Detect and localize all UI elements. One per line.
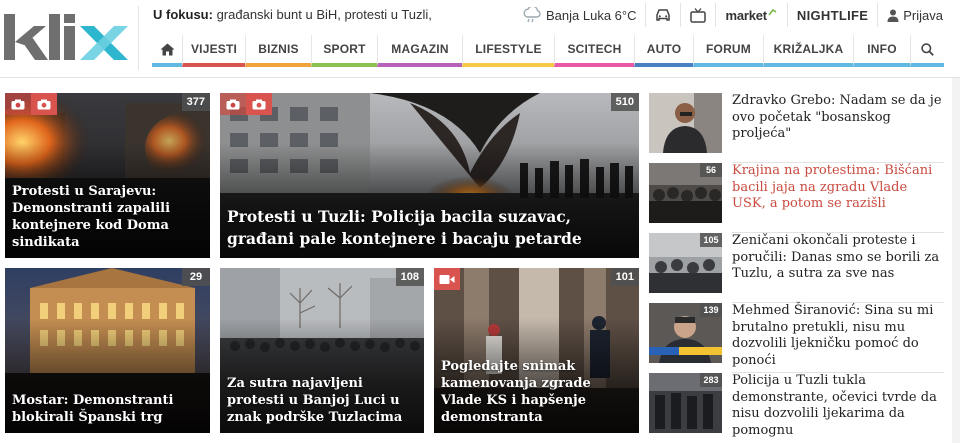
tv-icon [690, 7, 707, 23]
auto-link[interactable] [645, 3, 680, 27]
sidebar-title[interactable]: Policija u Tuzli tukla demonstrante, oče… [732, 373, 944, 439]
news-title[interactable]: Mostar: Demonstranti blokirali Španski t… [12, 392, 203, 426]
camera-badge [31, 93, 57, 115]
nav-search[interactable] [910, 35, 944, 67]
news-tile-tuzla[interactable]: 510 Protesti u Tuzli: Policija bacila su… [220, 93, 639, 258]
sidebar-title[interactable]: Krajina na protestima: Bišćani bacili ja… [732, 163, 944, 213]
nav-item-sport[interactable]: SPORT [311, 35, 377, 67]
comment-count: 105 [700, 233, 722, 247]
comment-count: 101 [610, 268, 639, 286]
nav-item-info[interactable]: INFO [853, 35, 910, 67]
sidebar-item[interactable]: Zdravko Grebo: Nadam se da je ovo početa… [649, 93, 944, 163]
comment-count: 510 [610, 93, 639, 111]
page-scrollbar[interactable] [952, 78, 960, 443]
user-icon [887, 9, 899, 22]
news-tile-sarajevo[interactable]: 377 Protesti u Sarajevu: Demonstranti za… [5, 93, 210, 258]
sidebar-title[interactable]: Mehmed Širanović: Sina su mi brutalno pr… [732, 303, 944, 369]
camera-icon [252, 99, 266, 109]
tv-link[interactable] [680, 3, 715, 27]
media-type-badges [434, 268, 460, 290]
sidebar-item[interactable]: 56 Krajina na protestima: Bišćani bacili… [649, 163, 944, 233]
market-arrow-icon [768, 8, 777, 16]
media-type-badges [220, 93, 272, 115]
nav-item-auto[interactable]: AUTO [634, 35, 693, 67]
weather-widget[interactable]: Banja Luka 6°C [514, 3, 645, 27]
comment-count: 108 [395, 268, 424, 286]
comment-count: 56 [700, 163, 722, 177]
news-photo [649, 93, 722, 153]
nav-home[interactable] [152, 35, 182, 67]
sidebar-title[interactable]: Zdravko Grebo: Nadam se da je ovo početa… [732, 93, 944, 143]
nav-item-lifestyle[interactable]: LIFESTYLE [462, 35, 554, 67]
camera-badge [220, 93, 246, 115]
main-nav: VIJESTI BIZNIS SPORT MAGAZIN LIFESTYLE S… [152, 35, 944, 67]
news-tile-banja-luka[interactable]: 108 Za sutra najavljeni protesti u Banjo… [220, 268, 424, 433]
nav-item-magazin[interactable]: MAGAZIN [377, 35, 462, 67]
login-label: Prijava [903, 7, 943, 23]
news-title[interactable]: Pogledajte snimak kamenovanja zgrade Vla… [441, 358, 632, 426]
camera-icon [11, 99, 25, 109]
sidebar-title[interactable]: Zeničani okončali proteste i poručili: D… [732, 233, 944, 283]
top-links: Banja Luka 6°C market NIGHTLIFE Prijava [514, 3, 952, 27]
news-tile-mostar[interactable]: 29 Mostar: Demonstranti blokirali Špansk… [5, 268, 210, 433]
nav-item-scitech[interactable]: SCITECH [554, 35, 634, 67]
video-icon [439, 274, 455, 284]
comment-count: 29 [182, 268, 210, 286]
market-link[interactable]: market [715, 3, 786, 27]
focus-bar[interactable]: U fokusu: građanski bunt u BiH, protesti… [153, 7, 432, 22]
media-type-badges [5, 93, 57, 115]
logo-divider [138, 6, 139, 70]
camera-badge [246, 93, 272, 115]
weather-text: Banja Luka 6°C [546, 7, 637, 23]
nav-item-krizaljka[interactable]: KRIŽALJKA [763, 35, 853, 67]
search-icon [921, 42, 934, 56]
news-title[interactable]: Protesti u Sarajevu: Demonstranti zapali… [12, 183, 203, 251]
video-badge [434, 268, 460, 290]
camera-icon [37, 99, 51, 109]
login-link[interactable]: Prijava [877, 3, 952, 27]
home-icon [160, 43, 174, 55]
sidebar-thumbnail: 283 [649, 373, 722, 433]
nav-item-vijesti[interactable]: VIJESTI [182, 35, 245, 67]
sidebar-thumbnail: 105 [649, 233, 722, 293]
camera-icon [226, 99, 240, 109]
comment-count: 139 [700, 303, 722, 317]
camera-badge [5, 93, 31, 115]
news-title[interactable]: Protesti u Tuzli: Policija bacila suzava… [227, 206, 632, 250]
news-title[interactable]: Za sutra najavljeni protesti u Banjoj Lu… [227, 375, 417, 426]
nightlife-label: NIGHTLIFE [796, 7, 869, 23]
sidebar-item[interactable]: 283 Policija u Tuzli tukla demonstrante,… [649, 373, 944, 443]
car-icon [656, 9, 671, 21]
market-label: market [725, 7, 767, 23]
focus-text[interactable]: građanski bunt u BiH, protesti u Tuzli, [217, 7, 432, 22]
nav-item-forum[interactable]: FORUM [693, 35, 763, 67]
sidebar-thumbnail [649, 93, 722, 153]
site-header: U fokusu: građanski bunt u BiH, protesti… [0, 0, 960, 78]
focus-label: U fokusu: [153, 7, 213, 22]
sidebar-thumbnail: 56 [649, 163, 722, 223]
sidebar-thumbnail: 139 [649, 303, 722, 363]
cloud-rain-icon [523, 7, 541, 23]
news-tile-vlada-ks[interactable]: 101 Pogledajte snimak kamenovanja zgrade… [434, 268, 639, 433]
sidebar-item[interactable]: 105 Zeničani okončali proteste i poručil… [649, 233, 944, 303]
nightlife-link[interactable]: NIGHTLIFE [786, 3, 877, 27]
nav-item-biznis[interactable]: BIZNIS [245, 35, 311, 67]
comment-count: 377 [181, 93, 210, 111]
klix-logo[interactable] [4, 12, 132, 62]
sidebar-item[interactable]: 139 Mehmed Širanović: Sina su mi brutaln… [649, 303, 944, 373]
comment-count: 283 [700, 373, 722, 387]
